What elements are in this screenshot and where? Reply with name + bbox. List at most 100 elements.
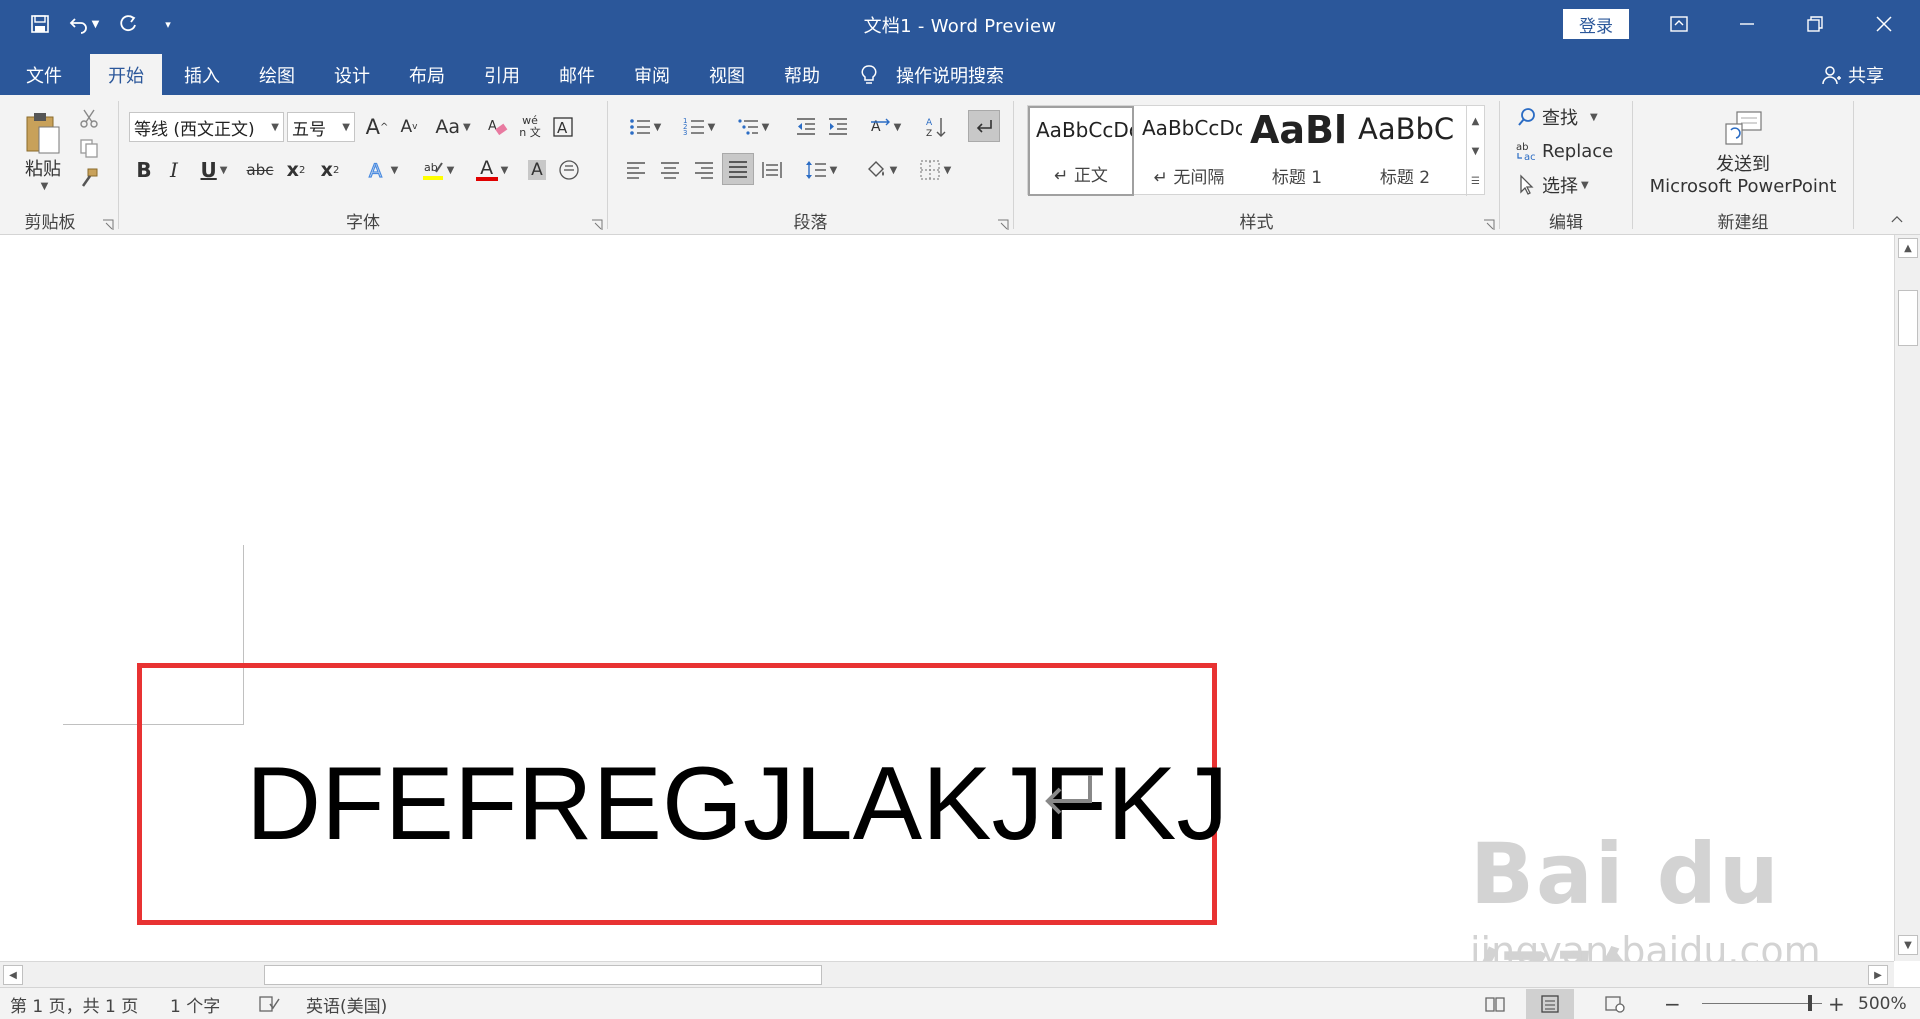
collapse-ribbon-button[interactable] (1886, 209, 1908, 229)
font-name-combo[interactable]: 等线 (西文正文) ▼ (129, 112, 284, 142)
decrease-indent-button[interactable] (792, 112, 820, 142)
dialog-launcher-icon[interactable] (997, 219, 1009, 231)
tab-mailings[interactable]: 邮件 (541, 54, 613, 95)
scroll-left-button[interactable]: ◀ (3, 965, 23, 985)
vertical-scroll-thumb[interactable] (1898, 290, 1918, 346)
login-button[interactable]: 登录 (1563, 9, 1629, 39)
send-to-powerpoint-button[interactable]: 发送到 Microsoft PowerPoint (1643, 105, 1843, 201)
tab-insert[interactable]: 插入 (166, 54, 238, 95)
tab-help[interactable]: 帮助 (766, 54, 838, 95)
justify-button[interactable] (722, 153, 754, 185)
superscript-button[interactable]: x2 (315, 155, 345, 185)
increase-indent-button[interactable] (824, 112, 852, 142)
zoom-out-button[interactable]: − (1664, 992, 1681, 1016)
tab-file[interactable]: 文件 (8, 54, 80, 95)
phonetic-guide-button[interactable]: wén 文 (515, 110, 545, 144)
vertical-scrollbar[interactable]: ▲ ▼ (1894, 235, 1920, 961)
font-color-button[interactable]: A ▼ (469, 155, 515, 185)
page-count[interactable]: 第 1 页，共 1 页 (10, 993, 138, 1017)
tab-home[interactable]: 开始 (90, 54, 162, 95)
shrink-font-button[interactable]: Av (395, 112, 423, 142)
style-no-spacing[interactable]: AaBbCcDc ↵ 无间隔 (1136, 106, 1242, 196)
tab-view[interactable]: 视图 (691, 54, 763, 95)
close-button[interactable] (1855, 0, 1913, 48)
read-mode-button[interactable] (1484, 993, 1506, 1015)
proofing-status-button[interactable] (258, 993, 280, 1015)
text-effects-button[interactable]: A ▼ (359, 155, 405, 185)
format-painter-button[interactable] (76, 165, 102, 191)
web-layout-button[interactable] (1604, 993, 1626, 1015)
scroll-up-button[interactable]: ▲ (1898, 238, 1918, 258)
tab-design[interactable]: 设计 (316, 54, 388, 95)
chinese-layout-button[interactable]: A ▼ (862, 112, 908, 142)
customize-qat-button[interactable]: ▾ (148, 8, 188, 40)
tab-layout[interactable]: 布局 (391, 54, 463, 95)
shading-button[interactable]: ▼ (858, 155, 904, 185)
select-button[interactable]: 选择 ▼ (1516, 171, 1589, 199)
italic-button[interactable]: I (161, 155, 187, 185)
change-case-button[interactable]: Aa ▼ (431, 112, 475, 142)
paste-button[interactable]: 粘贴 ▼ (14, 103, 72, 199)
replace-button[interactable]: ab ac Replace (1516, 137, 1613, 165)
restore-button[interactable] (1786, 0, 1844, 48)
share-button[interactable]: 共享 (1820, 54, 1884, 95)
grow-font-button[interactable]: A ^ (363, 112, 391, 142)
align-left-button[interactable] (622, 155, 650, 185)
horizontal-scroll-thumb[interactable] (264, 965, 822, 985)
undo-button[interactable]: ▼ (60, 8, 108, 40)
align-center-button[interactable] (656, 155, 684, 185)
gallery-scroll-up[interactable]: ▲ (1466, 106, 1484, 136)
word-count[interactable]: 1 个字 (170, 993, 220, 1017)
gallery-more-button[interactable]: ☰ (1466, 166, 1484, 196)
style-normal[interactable]: AaBbCcDc ↵ 正文 (1028, 106, 1134, 196)
highlight-color-button[interactable]: ab ▼ (415, 155, 461, 185)
minimize-button[interactable] (1718, 0, 1776, 48)
sort-button[interactable]: AZ (922, 112, 950, 142)
line-spacing-button[interactable]: ▼ (798, 155, 844, 185)
borders-button[interactable]: ▼ (912, 155, 958, 185)
dialog-launcher-icon[interactable] (102, 219, 114, 231)
numbering-button[interactable]: 123 ▼ (676, 112, 722, 142)
zoom-slider-thumb[interactable] (1808, 995, 1812, 1011)
document-canvas[interactable]: DFEFREGJLAKJFKJ Bai du 经验 jingyan.baidu.… (0, 235, 1894, 961)
multilevel-list-button[interactable]: ▼ (730, 112, 776, 142)
dialog-launcher-icon[interactable] (591, 219, 603, 231)
dialog-launcher-icon[interactable] (1483, 219, 1495, 231)
scroll-right-button[interactable]: ▶ (1868, 965, 1888, 985)
lightbulb-icon (861, 64, 877, 84)
tab-review[interactable]: 审阅 (616, 54, 688, 95)
scroll-down-button[interactable]: ▼ (1898, 935, 1918, 955)
print-layout-button[interactable] (1526, 989, 1574, 1019)
horizontal-scrollbar[interactable]: ◀ ▶ (0, 961, 1894, 987)
character-shading-button[interactable]: A (523, 155, 551, 185)
zoom-slider[interactable] (1702, 1003, 1822, 1004)
show-paragraph-marks-button[interactable] (968, 110, 1000, 142)
tell-me-search[interactable]: 操作说明搜索 (858, 54, 1004, 95)
underline-button[interactable]: U ▼ (191, 155, 237, 185)
character-border-button[interactable]: A (549, 112, 577, 142)
redo-button[interactable] (108, 8, 148, 40)
strikethrough-button[interactable]: abc (243, 155, 277, 185)
bold-button[interactable]: B (131, 155, 157, 185)
find-button[interactable]: 查找 ▼ (1516, 103, 1598, 131)
enclose-characters-button[interactable] (555, 155, 583, 185)
copy-button[interactable] (76, 135, 102, 161)
tab-references[interactable]: 引用 (466, 54, 538, 95)
style-heading-1[interactable]: AaBl 标题 1 (1244, 106, 1350, 196)
subscript-button[interactable]: x2 (281, 155, 311, 185)
save-button[interactable] (20, 8, 60, 40)
zoom-in-button[interactable]: + (1828, 992, 1845, 1016)
ribbon-display-options-button[interactable] (1650, 0, 1708, 48)
tab-draw[interactable]: 绘图 (241, 54, 313, 95)
cut-button[interactable] (76, 105, 102, 131)
distributed-button[interactable] (758, 155, 786, 185)
gallery-scroll-down[interactable]: ▼ (1466, 136, 1484, 166)
zoom-level[interactable]: 500% (1858, 993, 1907, 1015)
clear-formatting-button[interactable]: A (483, 112, 511, 142)
language-status[interactable]: 英语(美国) (306, 993, 387, 1017)
style-heading-2[interactable]: AaBbC 标题 2 (1352, 106, 1458, 196)
align-right-button[interactable] (690, 155, 718, 185)
bullets-button[interactable]: ▼ (622, 112, 668, 142)
styles-group-label: 样式 (1239, 213, 1274, 233)
font-size-combo[interactable]: 五号 ▼ (287, 112, 355, 142)
